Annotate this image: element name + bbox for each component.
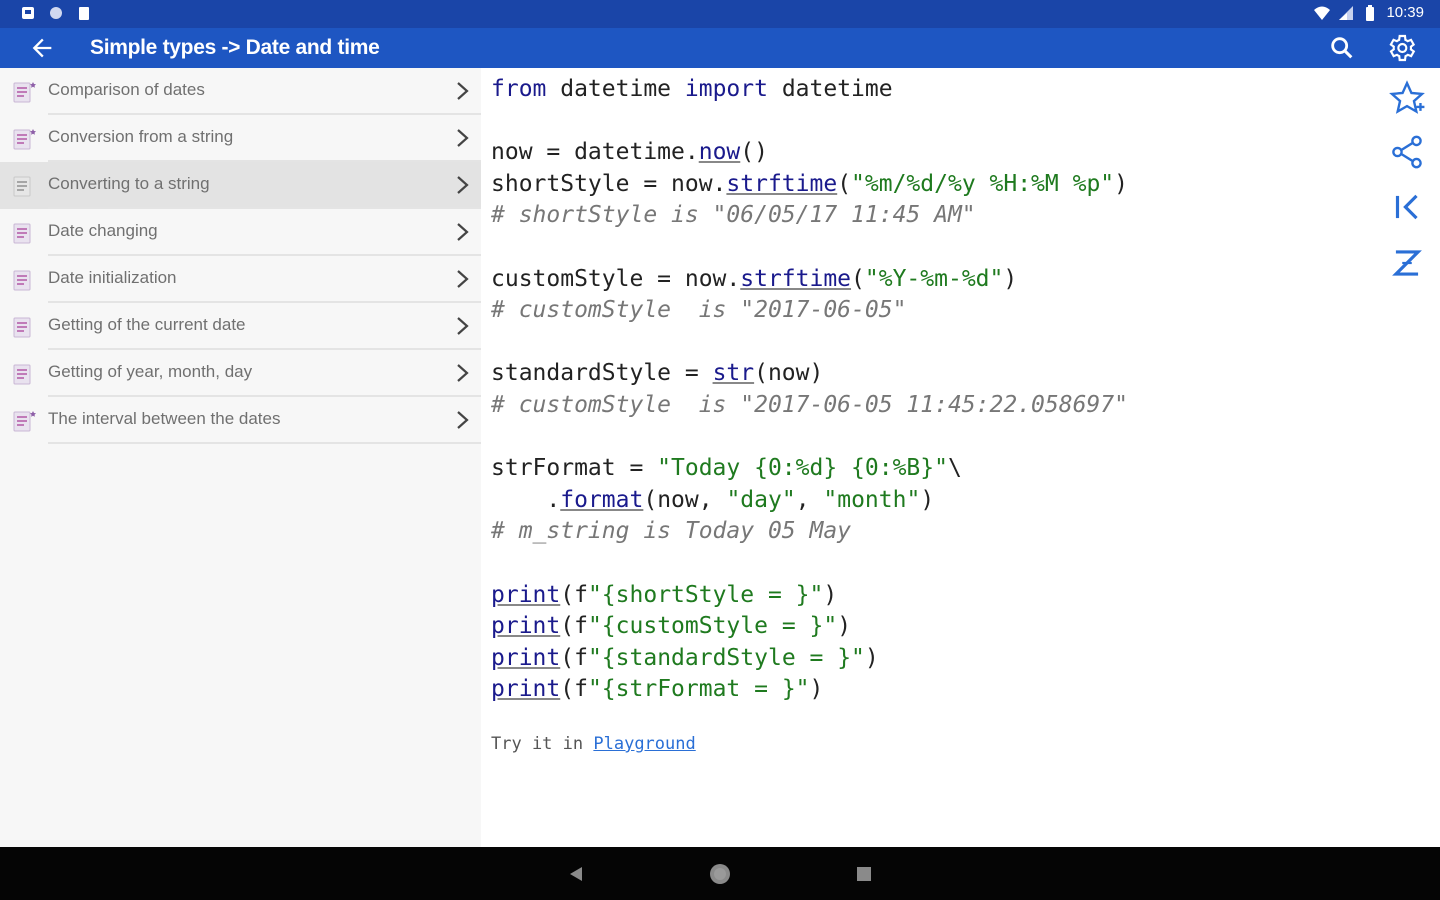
document-icon [13, 223, 31, 244]
try-it-line: Try it in Playground [491, 734, 696, 754]
list-item-label: Getting of the current date [48, 315, 246, 334]
document-icon [13, 129, 36, 150]
code-line: ​ [491, 548, 1128, 580]
chevron-right-icon [457, 317, 469, 335]
document-icon [13, 411, 36, 432]
page-title: Simple types -> Date and time [90, 36, 380, 59]
code-line: shortStyle = now.strftime("%m/%d/%y %H:%… [491, 170, 1129, 197]
list-item[interactable]: Conversion from a string [0, 115, 481, 162]
chevron-right-icon [457, 176, 469, 194]
list-item[interactable]: Date changing [0, 209, 481, 256]
first-page-icon[interactable] [1388, 188, 1426, 226]
document-icon [13, 82, 36, 103]
back-arrow-icon[interactable] [28, 34, 56, 62]
gear-icon[interactable] [1385, 32, 1417, 64]
playground-link[interactable]: Playground [593, 734, 695, 754]
chevron-right-icon [457, 411, 469, 429]
code-line: .format(now, "day", "month") [491, 486, 935, 513]
code-line: # customStyle is "2017-06-05 11:45:22.05… [491, 391, 1128, 418]
app-toolbar: Simple types -> Date and time [0, 28, 1440, 68]
code-line: customStyle = now.strftime("%Y-%m-%d") [491, 265, 1018, 292]
code-line: standardStyle = str(now) [491, 360, 824, 387]
document-icon [13, 317, 31, 338]
code-line: print(f"{standardStyle = }") [491, 644, 879, 671]
list-item[interactable]: Getting of year, month, day [0, 350, 481, 397]
chevron-right-icon [457, 223, 469, 241]
list-item-label: Converting to a string [48, 174, 210, 193]
code-line: ​ [491, 106, 1128, 138]
divider [48, 442, 481, 444]
code-line: print(f"{strFormat = }") [491, 676, 824, 703]
signal-icon [1339, 5, 1354, 20]
circle-icon [50, 7, 62, 19]
recents-square-icon[interactable] [851, 861, 877, 887]
code-line: # shortStyle is "06/05/17 11:45 AM" [491, 202, 976, 229]
document-icon [13, 364, 31, 385]
code-line: ​ [491, 327, 1128, 359]
try-it-prefix: Try it in [491, 734, 584, 754]
chevron-right-icon [457, 364, 469, 382]
topic-list: Comparison of dates Conversion from a st… [0, 68, 481, 847]
share-icon[interactable] [1388, 133, 1426, 171]
status-bar: 10:39 [0, 0, 1440, 28]
document-icon [13, 176, 31, 197]
list-item[interactable]: Date initialization [0, 256, 481, 303]
code-line: ​ [491, 422, 1128, 454]
document-icon [13, 270, 31, 291]
back-triangle-icon[interactable] [563, 861, 589, 887]
system-nav-bar [0, 847, 1440, 900]
notification-icon [22, 7, 34, 19]
code-line: ​ [491, 232, 1128, 264]
home-circle-icon[interactable] [707, 861, 733, 887]
list-item-label: Conversion from a string [48, 127, 234, 146]
code-line: # customStyle is "2017-06-05" [491, 297, 907, 324]
list-item-active[interactable]: Converting to a string [0, 162, 481, 209]
code-line: from datetime import datetime [491, 76, 893, 102]
search-icon[interactable] [1328, 34, 1356, 62]
list-item-label: The interval between the dates [48, 409, 281, 428]
wifi-icon [1314, 6, 1331, 20]
code-line: print(f"{shortStyle = }") [491, 581, 838, 608]
list-item-label: Date changing [48, 221, 158, 240]
clipboard-icon [79, 7, 89, 20]
list-item[interactable]: The interval between the dates [0, 397, 481, 444]
list-item-label: Getting of year, month, day [48, 362, 253, 381]
sort-z-icon[interactable] [1388, 244, 1426, 282]
code-block[interactable]: from datetime import datetime​now = date… [491, 74, 1128, 706]
code-line: # m_string is Today 05 May [491, 518, 852, 545]
battery-icon [1366, 4, 1375, 21]
star-add-icon[interactable] [1388, 80, 1426, 118]
status-time: 10:39 [1386, 4, 1424, 21]
code-line: strFormat = "Today {0:%d} {0:%B}"\ [491, 455, 962, 482]
chevron-right-icon [457, 270, 469, 288]
chevron-right-icon [457, 129, 469, 147]
code-panel: from datetime import datetime​now = date… [481, 68, 1440, 847]
list-item-label: Comparison of dates [48, 80, 205, 99]
chevron-right-icon [457, 82, 469, 100]
list-item[interactable]: Getting of the current date [0, 303, 481, 350]
list-item[interactable]: Comparison of dates [0, 68, 481, 115]
code-line: print(f"{customStyle = }") [491, 613, 852, 640]
code-line: now = datetime.now() [491, 139, 768, 166]
list-item-label: Date initialization [48, 268, 177, 287]
